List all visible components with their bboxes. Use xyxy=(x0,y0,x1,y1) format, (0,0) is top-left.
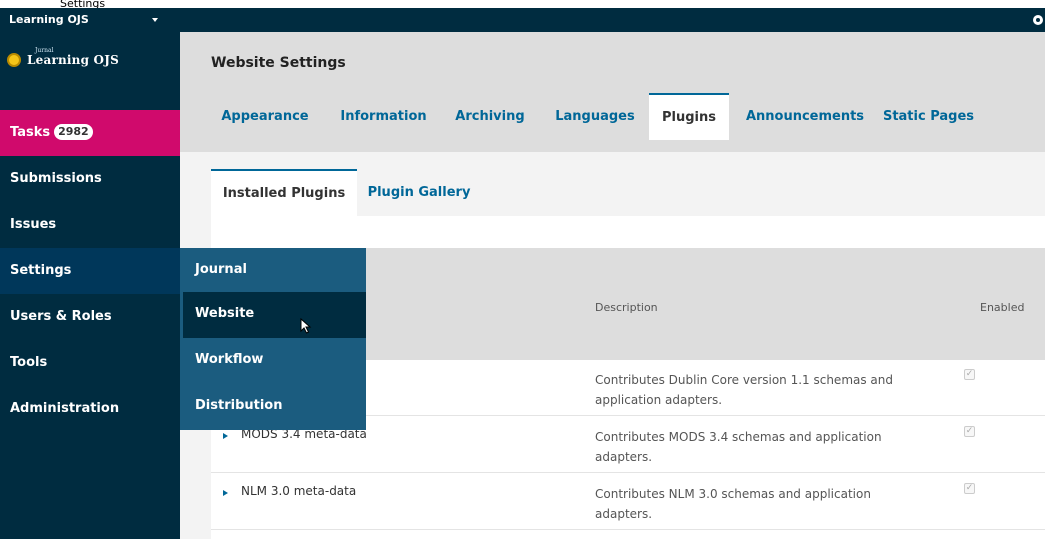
plugin-name[interactable]: NLM 3.0 meta-data xyxy=(241,484,356,498)
plugin-description: Contributes MODS 3.4 schemas and applica… xyxy=(595,430,882,464)
page-caption: Settings xyxy=(0,0,1045,8)
sidebar-item-submissions[interactable]: Submissions xyxy=(0,156,180,202)
seal-icon xyxy=(7,53,21,67)
plugin-description: Contributes Dublin Core version 1.1 sche… xyxy=(595,373,894,407)
journal-switcher-label: Learning OJS xyxy=(9,13,89,26)
enabled-checkbox[interactable]: ✓ xyxy=(964,426,975,437)
settings-menu-journal[interactable]: Journal xyxy=(180,248,366,294)
user-icon[interactable] xyxy=(1033,15,1043,25)
tab-announcements[interactable]: Announcements xyxy=(738,93,872,140)
expand-arrow-icon[interactable] xyxy=(223,433,228,439)
sidebar-item-users-roles[interactable]: Users & Roles xyxy=(0,294,180,340)
plugin-description: Contributes NLM 3.0 schemas and applicat… xyxy=(595,487,871,521)
tab-appearance[interactable]: Appearance xyxy=(219,93,311,140)
chevron-down-icon xyxy=(152,18,158,22)
logo-title: Learning OJS xyxy=(27,53,119,67)
column-header-enabled: Enabled xyxy=(980,301,1025,314)
sidebar-item-settings[interactable]: Settings xyxy=(0,248,180,294)
page-header: Website Settings Appearance Information … xyxy=(180,32,1045,152)
subtab-installed-plugins[interactable]: Installed Plugins xyxy=(211,169,357,216)
sidebar-item-issues[interactable]: Issues xyxy=(0,202,180,248)
settings-menu-website[interactable]: Website xyxy=(180,292,366,338)
tab-plugins[interactable]: Plugins xyxy=(649,93,729,140)
tab-information[interactable]: Information xyxy=(333,93,434,140)
expand-arrow-icon[interactable] xyxy=(223,490,228,496)
settings-menu-workflow[interactable]: Workflow xyxy=(180,338,366,384)
mouse-cursor-icon xyxy=(300,318,312,334)
sidebar-item-administration[interactable]: Administration xyxy=(0,386,180,432)
journal-switcher[interactable]: Learning OJS xyxy=(0,8,170,32)
settings-menu-distribution[interactable]: Distribution xyxy=(180,384,366,430)
tasks-label: Tasks xyxy=(10,125,51,140)
journal-logo[interactable]: Jurnal Learning OJS xyxy=(0,44,180,104)
sidebar-item-tasks[interactable]: Tasks 2982 xyxy=(0,110,180,156)
table-row: NLM 3.0 meta-data Contributes NLM 3.0 sc… xyxy=(211,474,1045,530)
subtab-plugin-gallery[interactable]: Plugin Gallery xyxy=(364,169,474,216)
sidebar-item-tools[interactable]: Tools xyxy=(0,340,180,386)
top-bar: Learning OJS xyxy=(0,8,1045,32)
column-header-description: Description xyxy=(595,301,658,314)
enabled-checkbox[interactable]: ✓ xyxy=(964,369,975,380)
tasks-count-badge: 2982 xyxy=(54,124,93,140)
settings-menu-website-label: Website xyxy=(195,306,255,321)
settings-flyout-menu: Journal Website Workflow Distribution xyxy=(180,248,366,430)
sidebar: Jurnal Learning OJS Tasks 2982 Submission… xyxy=(0,32,180,539)
tab-static-pages[interactable]: Static Pages xyxy=(880,93,977,140)
page-title: Website Settings xyxy=(211,55,346,71)
tab-archiving[interactable]: Archiving xyxy=(450,93,530,140)
tab-languages[interactable]: Languages xyxy=(549,93,641,140)
enabled-checkbox[interactable]: ✓ xyxy=(964,483,975,494)
